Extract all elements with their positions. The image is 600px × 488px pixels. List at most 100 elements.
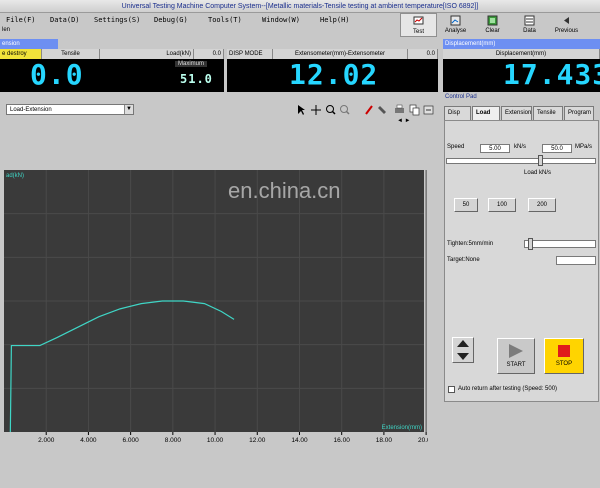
pen-icon[interactable] — [365, 105, 373, 115]
stop-icon — [558, 345, 570, 357]
tab-tensile[interactable]: Tensile — [533, 106, 563, 120]
step-50-button[interactable]: 50 — [454, 198, 478, 212]
clear-label: Clear — [485, 28, 500, 34]
step-200-label: 200 — [536, 202, 547, 208]
sub-menu-text: len — [2, 27, 11, 33]
x-tick-label: 6.000 — [122, 437, 139, 444]
load-zero-tag: 0.0 — [194, 49, 224, 59]
chart-tools — [298, 104, 434, 116]
auto-return-checkbox[interactable] — [448, 386, 455, 393]
start-label: START — [506, 362, 526, 368]
x-tick-label: 8.000 — [165, 437, 182, 444]
menu-settings[interactable]: Settings(S) — [88, 14, 148, 26]
previous-arrow-icon — [564, 17, 569, 24]
clear-icon — [487, 15, 498, 26]
x-tick-label: 12.00 — [249, 437, 266, 444]
previous-label: Previous — [554, 28, 579, 34]
step-100-button[interactable]: 100 — [488, 198, 516, 212]
auto-return-label: Auto return after testing (Speed: 500) — [458, 386, 558, 392]
extensometer-value: 12.02 — [289, 58, 379, 91]
speed-unit-label: kN/s — [514, 144, 526, 150]
tool-icon[interactable] — [378, 106, 386, 114]
control-pad-tabs: Disp Load Extension Tensile Program — [444, 106, 595, 120]
menu-tools[interactable]: Tools(T) — [202, 14, 256, 26]
export-icon[interactable] — [423, 105, 434, 115]
copy-icon[interactable] — [409, 104, 420, 116]
load-value: 0.0 — [30, 58, 84, 91]
x-tick-label: 20.00 — [418, 437, 428, 444]
test-icon — [413, 16, 424, 25]
target-label: Target:None — [447, 257, 480, 263]
speed-slider[interactable] — [446, 158, 596, 164]
tighten-label: Tighten:5mm/min — [447, 241, 494, 247]
extension-label: ension — [0, 39, 58, 49]
maximum-label: Maximum — [175, 61, 208, 67]
tab-program[interactable]: Program — [564, 106, 594, 120]
direction-button[interactable] — [452, 337, 474, 363]
menu-help[interactable]: Help(H) — [314, 14, 358, 26]
zoom-out-icon[interactable] — [340, 105, 350, 115]
control-pad: Control Pad Disp Load Extension Tensile … — [442, 92, 600, 402]
load-kn-tag: Load(kN) — [100, 49, 194, 59]
data-icon — [524, 15, 535, 26]
pointer-icon[interactable] — [298, 105, 305, 115]
stop-label: STOP — [555, 361, 573, 367]
tab-extension[interactable]: Extension — [501, 106, 532, 120]
menu-debug[interactable]: Debug(G) — [148, 14, 202, 26]
speed-label: Speed — [447, 144, 465, 150]
displacement-value: 17.433 — [503, 58, 600, 91]
window-title: Universal Testing Machine Computer Syste… — [0, 0, 600, 13]
x-tick-label: 10.00 — [207, 437, 224, 444]
x-tick-label: 2.000 — [38, 437, 55, 444]
main-toolbar: Test Analyse Clear Data Previous — [400, 13, 600, 38]
play-icon — [509, 344, 523, 358]
x-axis-label: Extension(mm) — [382, 425, 422, 431]
analyse-button[interactable]: Analyse — [437, 13, 474, 37]
x-tick-label: 18.00 — [376, 437, 393, 444]
speed-slider-thumb[interactable] — [538, 155, 543, 166]
test-button[interactable]: Test — [400, 13, 437, 37]
step-200-button[interactable]: 200 — [528, 198, 556, 212]
test-label: Test — [412, 29, 424, 35]
displacement-label: Displacement(mm) — [443, 39, 600, 49]
rate-unit-label: MPa/s — [575, 144, 593, 150]
print-icon[interactable] — [395, 104, 404, 113]
chart-scroll-arrows[interactable]: ◄ ► — [397, 118, 411, 124]
target-input[interactable] — [556, 256, 596, 265]
data-button[interactable]: Data — [511, 13, 548, 37]
disp-mode-tag: DISP MODE — [227, 49, 273, 59]
menu-window[interactable]: Window(W) — [256, 14, 314, 26]
speed-input[interactable]: 5.00 — [480, 144, 510, 153]
clear-button[interactable]: Clear — [474, 13, 511, 37]
x-tick-label: 14.00 — [291, 437, 308, 444]
menu-data[interactable]: Data(D) — [44, 14, 88, 26]
tighten-slider-thumb[interactable] — [528, 238, 533, 250]
rate-input[interactable]: 50.0 — [542, 144, 572, 153]
curve-type-select[interactable]: Load-Extension ▼ — [6, 104, 134, 115]
maximum-value: 51.0 — [180, 72, 213, 86]
x-tick-label: 4.000 — [80, 437, 97, 444]
x-tick-label: 16.00 — [334, 437, 351, 444]
stop-button[interactable]: STOP — [544, 338, 584, 374]
menubar: File(F) Data(D) Settings(S) Debug(G) Too… — [0, 14, 400, 26]
load-panel: e destroy Tensile Load(kN) 0.0 0.0 Maxim… — [0, 49, 224, 92]
start-button[interactable]: START — [497, 338, 535, 374]
extensometer-zero-tag: 0.0 — [408, 49, 438, 59]
tab-disp[interactable]: Disp — [444, 106, 471, 120]
menu-file[interactable]: File(F) — [0, 14, 44, 26]
tighten-slider[interactable] — [524, 240, 596, 248]
analyse-icon — [450, 15, 461, 26]
up-down-arrows-icon — [457, 340, 469, 360]
crosshair-icon[interactable] — [311, 105, 321, 115]
step-group-label: Load kN/s — [524, 170, 552, 176]
displacement-panel: Displacement(mm) 17.433 — [443, 49, 600, 92]
data-label: Data — [523, 28, 536, 34]
chart-window: Load-Extension ▼ ◄ ► ad(kN) Extension(mm)… — [0, 101, 440, 445]
extensometer-panel: DISP MODE Extensometer(mm)-Extensometer … — [227, 49, 438, 92]
tab-load[interactable]: Load — [472, 106, 500, 120]
curve-type-value: Load-Extension — [10, 107, 52, 113]
step-50-label: 50 — [462, 202, 470, 208]
previous-button[interactable]: Previous — [548, 13, 585, 37]
zoom-in-icon[interactable] — [326, 105, 336, 115]
y-axis-label: ad(kN) — [6, 173, 24, 179]
